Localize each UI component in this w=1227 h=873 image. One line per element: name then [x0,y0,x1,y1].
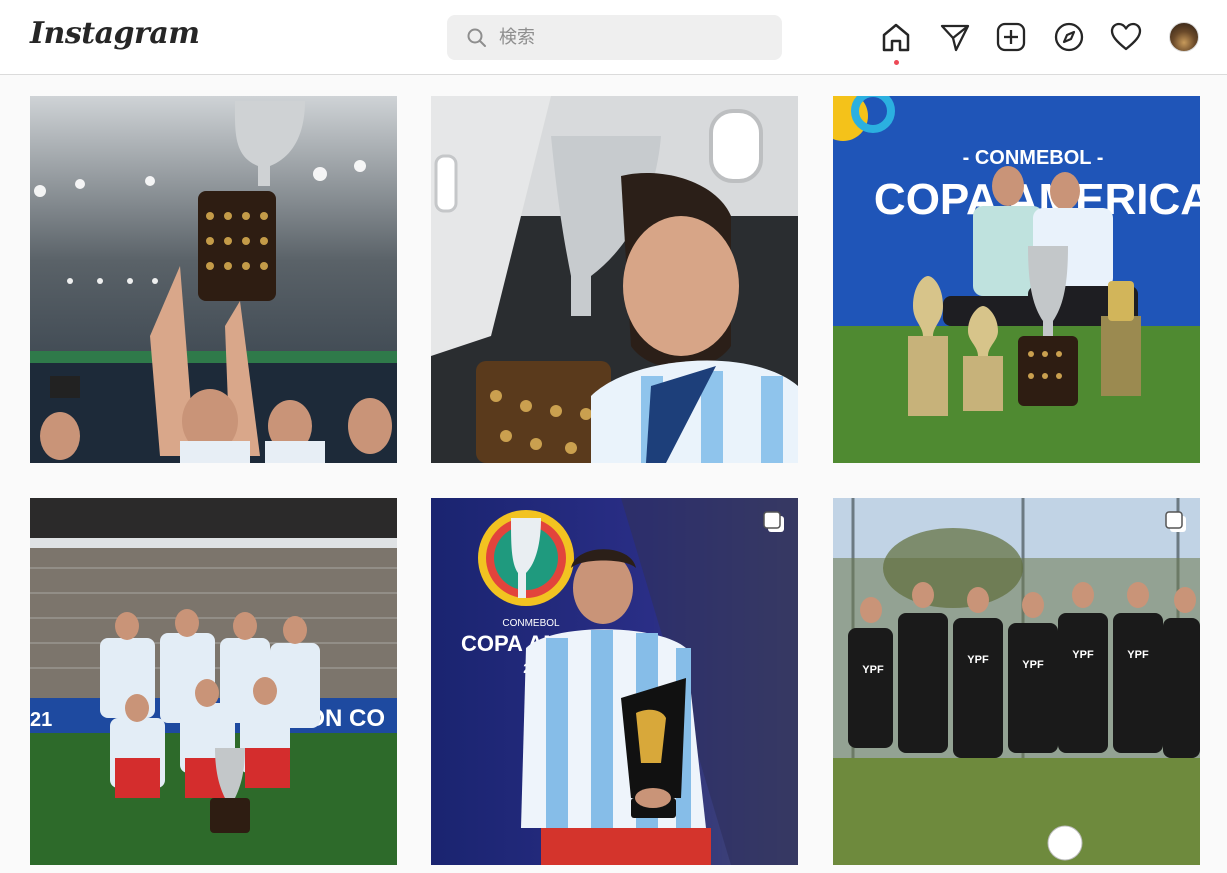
post-image-copa-banner: - CONMEBOL - COPA AMERICA [833,96,1200,463]
shirt-sponsor-text: YPF [967,654,989,666]
shirt-sponsor-text: YPF [1022,659,1044,671]
post-image-golden-glove: CONMEBOL COPA AMER 21 [431,498,798,865]
home-icon[interactable] [880,21,912,53]
search-box[interactable] [447,15,782,60]
search-input[interactable] [499,15,769,60]
post-image-trophy-lift [30,96,397,463]
shirt-sponsor-text: YPF [1127,649,1149,661]
post-image-goalkeepers-squad: YPF YPF YPF YPF YPF [833,498,1200,865]
profile-avatar[interactable] [1169,22,1199,52]
shirt-sponsor-text: YPF [1072,649,1094,661]
post-thumbnail[interactable]: CONMEBOL COPA AMER 21 [431,498,798,865]
stadium-board-year: 21 [30,709,52,731]
search-icon [467,28,486,47]
board-small-text: CONMEBOL [502,618,560,629]
top-navigation-bar: Instagram [0,0,1227,75]
post-thumbnail[interactable] [431,96,798,463]
explore-icon[interactable] [1053,21,1085,53]
new-post-icon[interactable] [995,21,1027,53]
instagram-logo[interactable]: Instagram [30,16,200,51]
post-thumbnail[interactable]: - CONMEBOL - COPA AMERICA [833,96,1200,463]
post-image-team-goal: PEÓN CO 21 [30,498,397,865]
post-thumbnail[interactable]: PEÓN CO 21 [30,498,397,865]
multiple-photos-icon [1165,511,1186,532]
home-notification-dot [894,60,899,65]
shirt-sponsor-text: YPF [862,664,884,676]
banner-sub-text: - CONMEBOL - [963,147,1104,169]
activity-heart-icon[interactable] [1110,21,1142,53]
multiple-photos-icon [763,511,784,532]
post-image-selfie-plane [431,96,798,463]
direct-message-icon[interactable] [939,21,971,53]
post-thumbnail[interactable] [30,96,397,463]
post-thumbnail[interactable]: YPF YPF YPF YPF YPF [833,498,1200,865]
